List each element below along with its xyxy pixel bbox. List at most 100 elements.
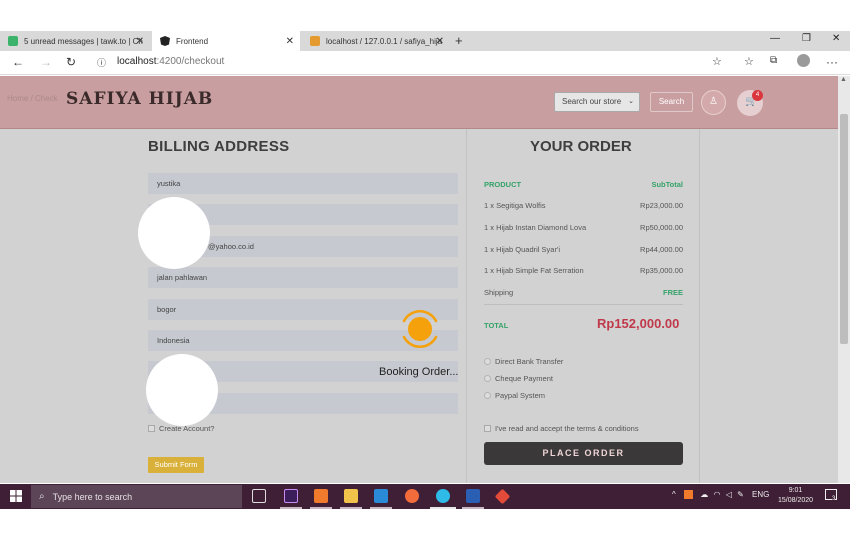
total-label: TOTAL — [484, 321, 509, 330]
column-divider — [466, 129, 467, 483]
order-item-price: Rp44,000.00 — [640, 245, 683, 254]
order-item-name: 1 x Segitiga Wolfis — [484, 201, 546, 210]
xampp-icon[interactable] — [314, 489, 328, 503]
xampp-tray-icon[interactable] — [684, 490, 693, 500]
site-header: Home / Check SAFIYA HIJAB Search our sto… — [0, 76, 838, 129]
restore-button[interactable]: ❐ — [802, 33, 811, 44]
product-header: PRODUCT — [484, 180, 522, 189]
tab-label: localhost / 127.0.0.1 / safiya_hija — [326, 36, 443, 46]
sublime-text-icon[interactable] — [405, 489, 419, 503]
loading-text: Booking Order... — [379, 366, 459, 378]
windows-start-icon[interactable] — [10, 490, 22, 502]
order-item-row: 1 x Hijab Simple Fat Serration Rp35,000.… — [484, 266, 683, 275]
redaction-circle — [146, 354, 218, 426]
phpstorm-icon[interactable] — [284, 489, 298, 503]
chevron-up-icon[interactable]: ^ — [672, 490, 676, 499]
volume-icon[interactable]: ◁ — [726, 490, 732, 499]
onedrive-icon[interactable]: ☁ — [700, 490, 708, 499]
clock-time: 9:01 — [788, 487, 803, 494]
info-icon[interactable]: ⓘ — [97, 56, 106, 69]
order-divider — [484, 304, 683, 305]
tab-phpmyadmin[interactable]: localhost / 127.0.0.1 / safiya_hija ✕ — [302, 31, 450, 51]
favorite-star-icon[interactable]: ☆ — [712, 55, 722, 68]
active-app-indicator — [310, 507, 332, 509]
checkbox-icon — [148, 425, 155, 432]
place-order-button[interactable]: PLACE ORDER — [484, 442, 683, 465]
order-item-row: 1 x Hijab Instan Diamond Lova Rp50,000.0… — [484, 223, 683, 232]
radio-icon — [484, 375, 491, 382]
site-logo[interactable]: SAFIYA HIJAB — [66, 89, 213, 109]
search-icon: ⌕ — [39, 491, 45, 502]
tab-label: Frontend — [176, 36, 209, 46]
url-field[interactable]: localhost:4200/checkout — [117, 56, 224, 67]
order-item-row: 1 x Segitiga Wolfis Rp23,000.00 — [484, 201, 683, 210]
create-account-checkbox[interactable]: Create Account? — [148, 424, 214, 433]
web-page: Home / Check SAFIYA HIJAB Search our sto… — [0, 76, 850, 483]
language-indicator[interactable]: ENG — [752, 490, 769, 499]
store-search-select[interactable]: Search our store ⌄ — [554, 92, 640, 112]
page-scrollbar[interactable]: ▲ — [838, 76, 850, 483]
collections-icon[interactable]: ⧉ — [770, 55, 777, 66]
minimize-button[interactable]: — — [770, 33, 780, 44]
user-account-button[interactable]: ♙ — [701, 90, 726, 115]
file-explorer-icon[interactable] — [344, 489, 358, 503]
active-app-indicator — [340, 507, 362, 509]
tab-tawk[interactable]: 5 unread messages | tawk.to | Ch ✕ — [0, 31, 150, 51]
edge-browser-icon[interactable] — [436, 489, 450, 503]
shipping-label: Shipping — [484, 288, 514, 297]
order-item-price: Rp50,000.00 — [640, 223, 683, 232]
taskbar-search-placeholder: Type here to search — [52, 491, 133, 502]
checkbox-icon — [484, 425, 491, 432]
more-menu-icon[interactable]: ··· — [826, 55, 838, 69]
loading-spinner-icon — [402, 310, 438, 348]
name-field[interactable]: yustika — [148, 173, 458, 194]
active-app-indicator — [370, 507, 392, 509]
address-field[interactable]: jalan pahlawan — [148, 267, 458, 288]
word-icon[interactable] — [466, 489, 480, 503]
submit-form-button[interactable]: Submit Form — [148, 457, 204, 473]
active-app-indicator — [430, 507, 456, 509]
tab-label: 5 unread messages | tawk.to | Ch — [24, 36, 143, 46]
breadcrumb[interactable]: Home / Check — [7, 94, 58, 103]
scroll-up-arrow-icon[interactable]: ▲ — [840, 76, 847, 83]
forward-arrow-icon[interactable]: → — [40, 55, 52, 69]
order-item-name: 1 x Hijab Quadril Syar'i — [484, 245, 561, 254]
subtotal-header: SubTotal — [651, 180, 683, 189]
notification-count-badge: 3 — [832, 496, 836, 502]
redaction-circle — [138, 197, 210, 269]
order-header-row: PRODUCT SubTotal — [484, 180, 683, 189]
close-tab-icon[interactable]: ✕ — [436, 36, 444, 47]
active-app-indicator — [462, 507, 484, 509]
pen-icon[interactable]: ✎ — [737, 490, 744, 499]
vscode-icon[interactable] — [374, 489, 388, 503]
close-window-button[interactable]: ✕ — [832, 33, 840, 44]
search-button[interactable]: Search — [650, 92, 693, 112]
tab-frontend[interactable]: Frontend ✕ — [152, 31, 300, 51]
billing-address-title: BILLING ADDRESS — [148, 138, 290, 155]
git-icon[interactable] — [494, 488, 511, 505]
close-tab-icon[interactable]: ✕ — [286, 36, 294, 47]
close-tab-icon[interactable]: ✕ — [136, 36, 144, 47]
payment-radio-bank[interactable]: Direct Bank Transfer — [484, 357, 563, 366]
wifi-icon[interactable]: ◠ — [713, 490, 720, 499]
new-tab-button[interactable]: + — [455, 33, 463, 48]
profile-avatar-icon[interactable] — [797, 54, 810, 67]
clock[interactable]: 9:01 15/08/2020 — [778, 486, 813, 506]
payment-label: Direct Bank Transfer — [495, 357, 564, 366]
taskbar-search-box[interactable]: ⌕ Type here to search — [31, 485, 242, 508]
angular-favicon-icon — [160, 36, 170, 46]
scrollbar-thumb[interactable] — [840, 114, 848, 344]
terms-checkbox[interactable]: I've read and accept the terms & conditi… — [484, 424, 639, 433]
order-item-row: 1 x Hijab Quadril Syar'i Rp44,000.00 — [484, 245, 683, 254]
payment-radio-paypal[interactable]: Paypal System — [484, 391, 545, 400]
payment-radio-cheque[interactable]: Cheque Payment — [484, 374, 553, 383]
back-arrow-icon[interactable]: ← — [12, 55, 24, 69]
active-app-indicator — [280, 507, 302, 509]
address-bar-row: ← → ↻ ⓘ localhost:4200/checkout ☆ ☆ ⧉ ··… — [0, 51, 850, 75]
checkout-content: BILLING ADDRESS yustika @yahoo.co.id jal… — [0, 129, 838, 483]
radio-icon — [484, 392, 491, 399]
browser-window: 5 unread messages | tawk.to | Ch ✕ Front… — [0, 31, 850, 509]
refresh-icon[interactable]: ↻ — [66, 55, 76, 69]
task-view-icon[interactable] — [252, 489, 266, 503]
favorites-bar-icon[interactable]: ☆ — [744, 55, 754, 68]
